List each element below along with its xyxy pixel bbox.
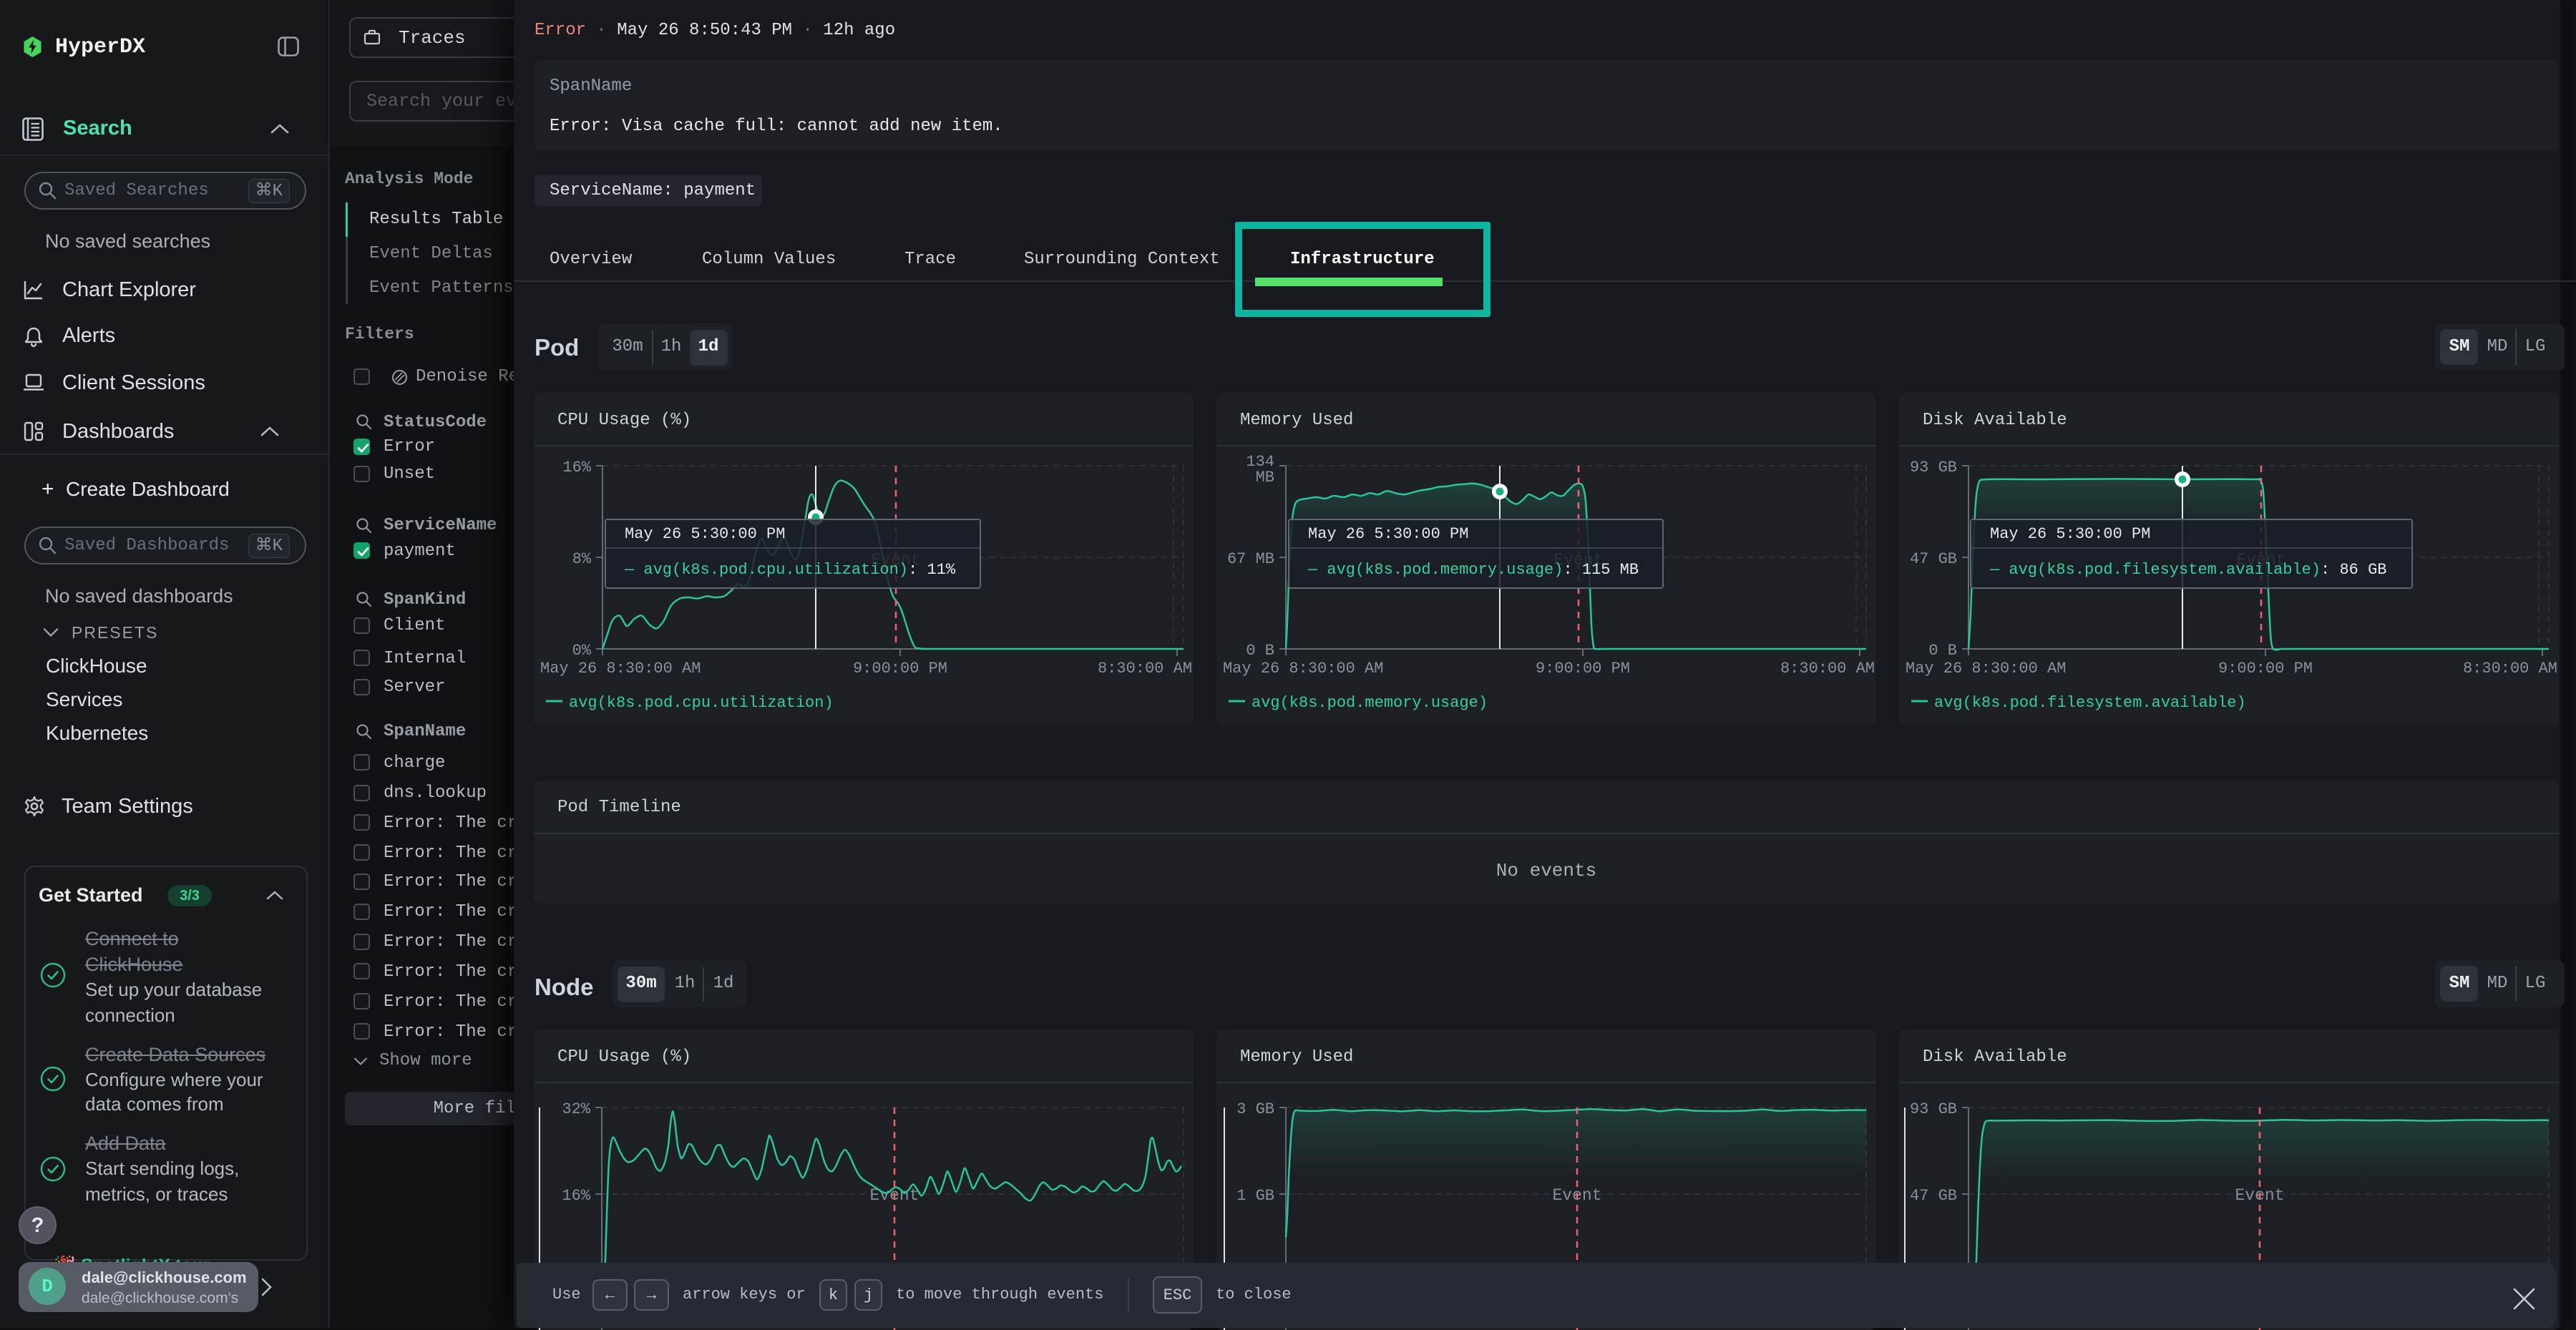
svg-text:16%: 16% — [562, 1187, 590, 1205]
svg-text:47 GB: 47 GB — [1910, 550, 1957, 568]
svg-text:93 GB: 93 GB — [1910, 1100, 1957, 1118]
svg-text:avg(k8s.pod.memory.usage): avg(k8s.pod.memory.usage) — [1252, 694, 1488, 712]
svg-text:0 B: 0 B — [1246, 642, 1274, 660]
svg-text:avg(k8s.pod.cpu.utilization): avg(k8s.pod.cpu.utilization) — [569, 694, 834, 712]
svg-text:16%: 16% — [562, 459, 591, 476]
svg-text:93 GB: 93 GB — [1910, 459, 1957, 476]
svg-text:32%: 32% — [562, 1100, 590, 1118]
svg-text:MB: MB — [1256, 469, 1274, 486]
svg-text:9:00:00 PM: 9:00:00 PM — [2218, 660, 2313, 678]
svg-text:avg(k8s.pod.filesystem.availab: avg(k8s.pod.filesystem.available) — [1934, 694, 2246, 712]
svg-text:8%: 8% — [572, 550, 592, 568]
svg-text:67 MB: 67 MB — [1227, 550, 1274, 568]
svg-text:3 GB: 3 GB — [1236, 1100, 1274, 1118]
svg-text:8:30:00 AM: 8:30:00 AM — [2463, 660, 2557, 678]
svg-text:8:30:00 AM: 8:30:00 AM — [1780, 660, 1875, 678]
svg-text:9:00:00 PM: 9:00:00 PM — [853, 660, 947, 678]
svg-text:47 GB: 47 GB — [1910, 1187, 1957, 1205]
svg-text:0%: 0% — [572, 642, 592, 660]
svg-text:May 26 8:30:00 AM: May 26 8:30:00 AM — [1906, 660, 2066, 678]
svg-text:May 26 8:30:00 AM: May 26 8:30:00 AM — [540, 660, 701, 678]
svg-text:9:00:00 PM: 9:00:00 PM — [1536, 660, 1630, 678]
svg-text:0 B: 0 B — [1928, 642, 1957, 660]
svg-text:8:30:00 AM: 8:30:00 AM — [1098, 660, 1192, 678]
svg-text:May 26 8:30:00 AM: May 26 8:30:00 AM — [1223, 660, 1383, 678]
svg-text:1 GB: 1 GB — [1236, 1187, 1274, 1205]
